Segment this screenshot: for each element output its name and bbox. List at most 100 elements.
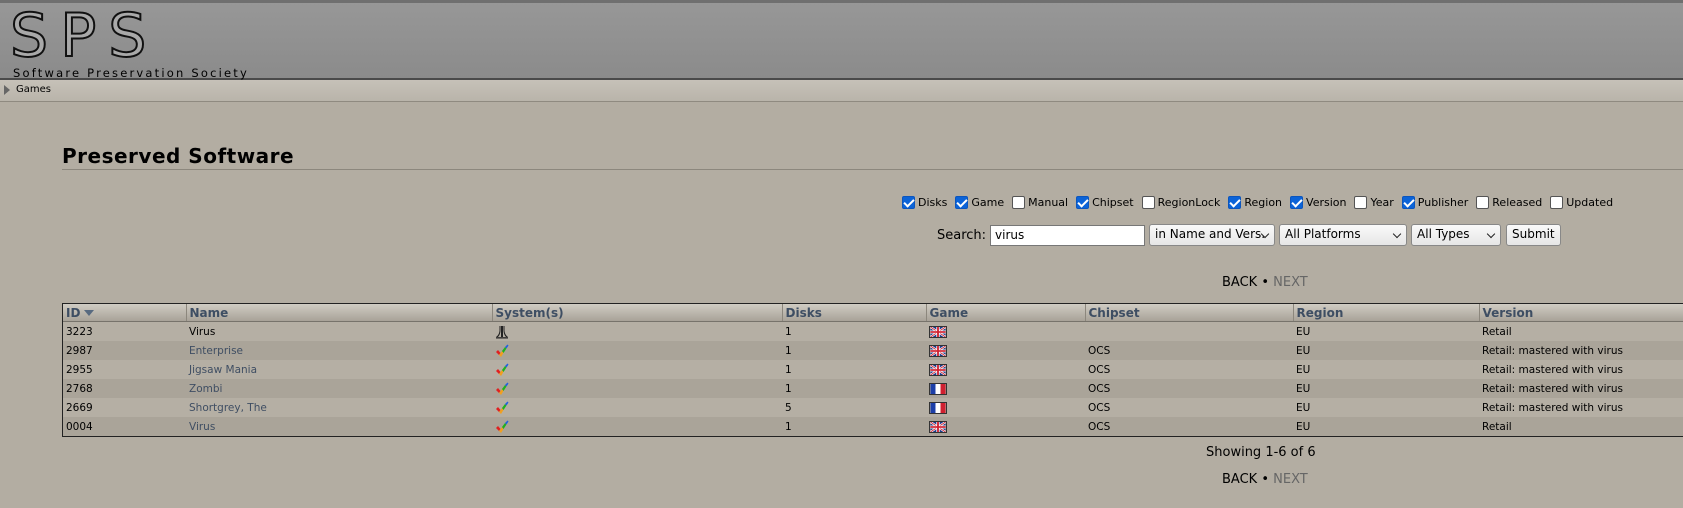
- cell-id: 0004: [63, 417, 186, 436]
- site-banner: SPS Software Preservation Society: [0, 0, 1683, 80]
- table-row: 2768 Zombi 1 OCS EU Retail: mastered with vir…: [63, 379, 1683, 398]
- col-header-game[interactable]: Game: [925, 304, 1085, 322]
- filter-checkbox-manual[interactable]: [1012, 195, 1026, 209]
- breadcrumb-item-games[interactable]: Games: [16, 84, 51, 95]
- cell-disks: 1: [782, 360, 926, 379]
- flag-uk-icon: [929, 325, 947, 338]
- filter-label-version: Version: [1306, 195, 1347, 209]
- filter-label-manual: Manual: [1028, 195, 1069, 209]
- site-logo[interactable]: SPS: [9, 4, 158, 68]
- filter-checkbox-released[interactable]: [1476, 195, 1490, 209]
- platform-select[interactable]: All Platforms: [1279, 224, 1408, 246]
- flag-france-icon: [929, 382, 947, 395]
- cell-systems: [492, 360, 782, 379]
- title-divider: [62, 169, 1683, 170]
- pager-top: BACK • NEXT: [1222, 275, 1308, 290]
- chevron-right-icon: [4, 85, 10, 95]
- col-header-region[interactable]: Region: [1292, 304, 1479, 322]
- search-label: Search:: [937, 227, 987, 243]
- filter-label-year: Year: [1370, 195, 1394, 209]
- cell-region: EU: [1293, 360, 1479, 379]
- cell-game: [926, 360, 1085, 379]
- table-row: 2955 Jigsaw Mania 1 OCS EU Retail: mastered w…: [63, 360, 1683, 379]
- game-name-link[interactable]: Zombi: [189, 383, 222, 395]
- filter-label-regionlock: RegionLock: [1157, 195, 1221, 209]
- cell-disks: 1: [782, 321, 926, 341]
- filter-checkbox-publisher[interactable]: [1401, 195, 1415, 209]
- game-name-link[interactable]: Virus: [189, 421, 215, 433]
- amiga-check-icon: [496, 363, 509, 376]
- col-header-disks[interactable]: Disks: [781, 304, 926, 322]
- back-link[interactable]: BACK: [1222, 472, 1257, 487]
- table-row: 0004 Virus 1 OCS EU Retail: [63, 417, 1683, 436]
- filter-checkbox-game[interactable]: [955, 195, 969, 209]
- results-count: Showing 1-6 of 6: [1206, 445, 1316, 460]
- cell-chipset: OCS: [1085, 341, 1293, 360]
- col-header-name[interactable]: Name: [185, 304, 492, 322]
- search-scope-select[interactable]: in Name and Vers.: [1149, 224, 1276, 246]
- col-header-version[interactable]: Version: [1478, 304, 1683, 322]
- filter-label-region: Region: [1244, 195, 1283, 209]
- filter-checkbox-chipset[interactable]: [1076, 195, 1090, 209]
- filter-checkbox-updated[interactable]: [1550, 195, 1564, 209]
- cell-id: 2669: [63, 398, 186, 417]
- cell-id: 2987: [63, 341, 186, 360]
- cell-game: [926, 417, 1085, 436]
- table-header-row: ID Name System(s) Disks Game Chipset Reg…: [63, 304, 1683, 322]
- cell-name[interactable]: Enterprise: [186, 341, 492, 360]
- cell-chipset: [1085, 321, 1293, 341]
- filter-checkbox-version[interactable]: [1290, 195, 1304, 209]
- col-header-chipset[interactable]: Chipset: [1084, 304, 1293, 322]
- cell-chipset: OCS: [1085, 417, 1293, 436]
- next-link[interactable]: NEXT: [1273, 472, 1308, 487]
- back-link[interactable]: BACK: [1222, 275, 1257, 290]
- cell-name[interactable]: Virus: [186, 417, 492, 436]
- col-header-systems[interactable]: System(s): [491, 304, 782, 322]
- table-row: 2669 Shortgrey, The 5 OCS EU Retail: mastered…: [63, 398, 1683, 417]
- filter-label-disks: Disks: [918, 195, 948, 209]
- pager-bottom: BACK • NEXT: [1222, 472, 1308, 487]
- cell-name[interactable]: Shortgrey, The: [186, 398, 492, 417]
- amiga-check-icon: [496, 420, 509, 433]
- filter-label-chipset: Chipset: [1092, 195, 1134, 209]
- flag-uk-icon: [929, 344, 947, 357]
- filter-label-released: Released: [1492, 195, 1543, 209]
- type-select[interactable]: All Types: [1411, 224, 1502, 246]
- cell-version: Retail: mastered with virus: [1479, 379, 1683, 398]
- cell-region: EU: [1293, 398, 1479, 417]
- cell-version: Retail: [1479, 417, 1683, 436]
- cell-disks: 5: [782, 398, 926, 417]
- filter-label-updated: Updated: [1566, 195, 1614, 209]
- cell-name[interactable]: Jigsaw Mania: [186, 360, 492, 379]
- game-name-link[interactable]: Shortgrey, The: [189, 402, 267, 414]
- cell-name[interactable]: Zombi: [186, 379, 492, 398]
- cell-region: EU: [1293, 379, 1479, 398]
- breadcrumb: Games: [0, 80, 1683, 102]
- col-header-id[interactable]: ID: [63, 304, 186, 322]
- amiga-check-icon: [496, 382, 509, 395]
- cell-name: Virus: [186, 321, 492, 341]
- cell-version: Retail: [1479, 321, 1683, 341]
- submit-button[interactable]: Submit: [1506, 224, 1561, 246]
- cell-chipset: OCS: [1085, 398, 1293, 417]
- cell-version: Retail: mastered with virus: [1479, 341, 1683, 360]
- cell-chipset: OCS: [1085, 360, 1293, 379]
- pager-separator: •: [1261, 275, 1269, 290]
- filter-checkbox-disks[interactable]: [902, 195, 915, 209]
- filter-checkbox-regionlock[interactable]: [1141, 195, 1155, 209]
- cell-game: [926, 341, 1085, 360]
- filter-checkbox-region[interactable]: [1228, 195, 1242, 209]
- next-link[interactable]: NEXT: [1273, 275, 1308, 290]
- game-name-link[interactable]: Jigsaw Mania: [189, 364, 257, 376]
- cell-disks: 1: [782, 379, 926, 398]
- table-row: 3223 Virus 1 EU Retail: [63, 321, 1683, 341]
- cell-game: [926, 379, 1085, 398]
- search-form: Search: virus in Name and Vers. All Plat…: [937, 223, 1561, 247]
- cell-region: EU: [1293, 341, 1479, 360]
- game-name-link[interactable]: Enterprise: [189, 345, 243, 357]
- flag-uk-icon: [929, 420, 947, 433]
- cell-region: EU: [1293, 321, 1479, 341]
- search-input[interactable]: virus: [990, 224, 1146, 246]
- atari-st-icon: [496, 325, 508, 338]
- filter-checkbox-year[interactable]: [1354, 195, 1368, 209]
